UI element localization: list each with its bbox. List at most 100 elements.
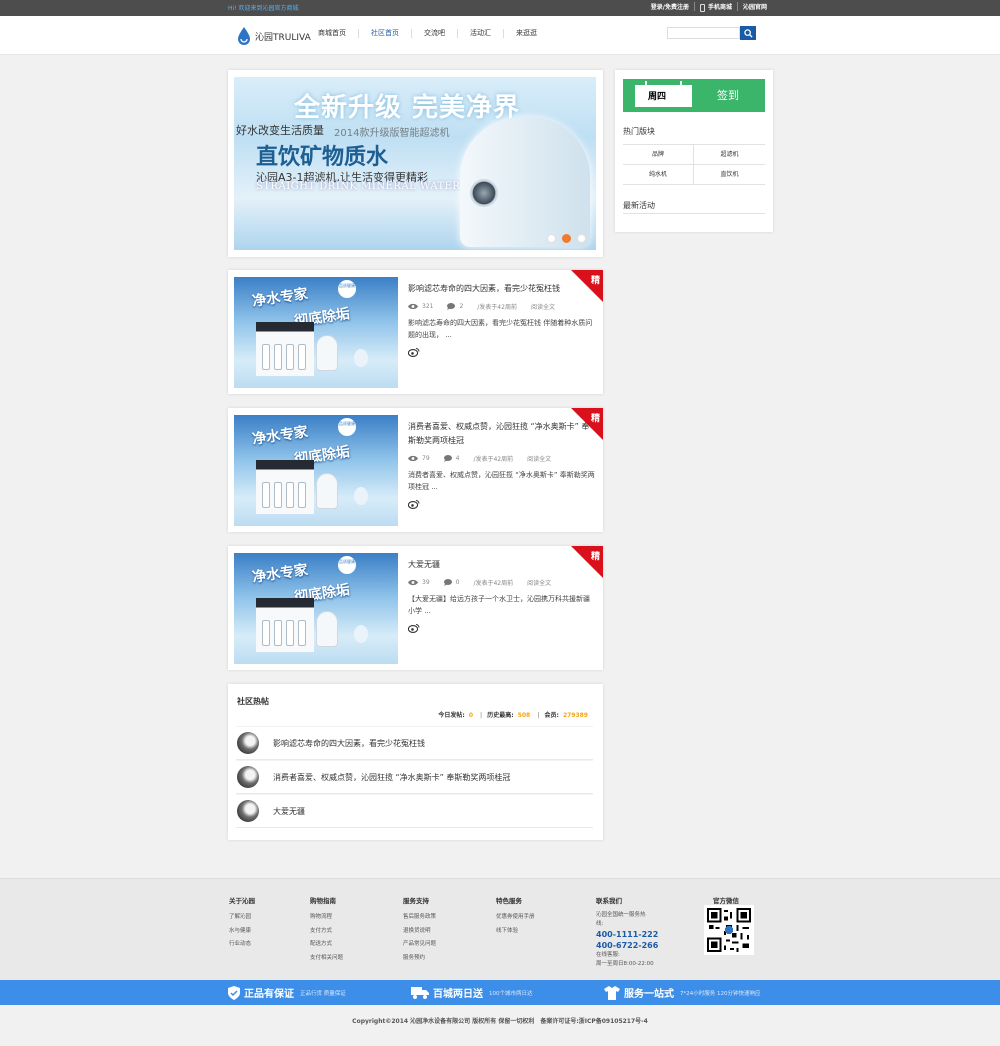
hot-post-title[interactable]: 消费者喜爱、权威点赞，沁园狂揽 “净水奥斯卡” 奉斯勒奖两项桂冠 <box>273 772 510 783</box>
hot-post-title[interactable]: 影响滤芯寿命的四大因素，看完少花冤枉钱 <box>273 738 425 749</box>
carousel-dot[interactable] <box>577 234 586 243</box>
hot-boards-title: 热门版块 <box>623 127 655 136</box>
post-card[interactable]: 净水专家 彻底除垢 品质健康精大爱无疆 39 0/发表于42周前 阅读全文 【大爱无疆】给远… <box>228 546 603 670</box>
footer-col-title: 特色服务 <box>496 897 522 905</box>
post-card[interactable]: 净水专家 彻底除垢 品质健康精消费者喜爱、权威点赞，沁园狂揽 “净水奥斯卡” 奉斯勒… <box>228 408 603 532</box>
carousel-dot-active[interactable] <box>562 234 571 243</box>
nav-browse[interactable]: 来逛逛 <box>504 29 549 38</box>
avatar[interactable] <box>237 800 259 822</box>
nav-mall-home[interactable]: 商城首页 <box>306 29 359 38</box>
footer-link[interactable]: 产品常见问题 <box>403 938 436 952</box>
read-more-link[interactable]: 阅读全文 <box>531 302 555 311</box>
thumbnail-badge: 品质健康 <box>338 280 356 298</box>
post-meta: 79 4/发表于42周前 阅读全文 <box>408 454 596 463</box>
logo[interactable]: 沁园TRULIVA <box>236 26 311 46</box>
search-input[interactable] <box>667 27 740 39</box>
thumbnail-text: 净水专家 <box>251 286 309 310</box>
shield-icon <box>228 985 240 1000</box>
weibo-icon <box>407 348 420 357</box>
purifier-unit-illustration <box>256 322 314 376</box>
post-thumbnail[interactable]: 净水专家 彻底除垢 品质健康 <box>234 415 398 526</box>
avatar[interactable] <box>237 732 259 754</box>
footer-link[interactable]: 服务预约 <box>403 952 436 966</box>
board-link-direct-drink[interactable]: 直饮机 <box>694 165 765 185</box>
weibo-share[interactable] <box>407 347 596 359</box>
logo-text: 沁园TRULIVA <box>255 32 311 43</box>
post-card[interactable]: 净水专家 彻底除垢 品质健康精影响滤芯寿命的四大因素，看完少花冤枉钱 321 2/发表于… <box>228 270 603 394</box>
comment-count: 2 <box>459 303 464 310</box>
banner-carousel[interactable]: 全新升级 完美净界 好水改变生活质量 2014款升级版智能超滤机 直饮矿物质水 … <box>228 70 603 257</box>
avatar[interactable] <box>237 766 259 788</box>
read-more-link[interactable]: 阅读全文 <box>527 454 551 463</box>
list-item[interactable]: 大爱无疆 <box>236 794 593 828</box>
truck-icon <box>411 987 429 999</box>
carousel-dot[interactable] <box>547 234 556 243</box>
footer-link[interactable]: 支付相关问题 <box>310 952 343 966</box>
footer-link[interactable]: 支付方式 <box>310 925 343 939</box>
service-guarantee-bar: 正品有保证 正品行货 质量保证 百城两日送 100个城市两日达 服务一站式 7*24小… <box>0 980 1000 1005</box>
nav-community-home[interactable]: 社区首页 <box>359 29 412 38</box>
read-more-link[interactable]: 阅读全文 <box>527 578 551 587</box>
footer-col-title: 服务支持 <box>403 897 429 905</box>
weibo-share[interactable] <box>407 499 596 511</box>
list-item[interactable]: 影响滤芯寿命的四大因素，看完少花冤枉钱 <box>236 726 593 760</box>
guarantee-desc: 7*24小时服务 120分钟快速响应 <box>680 990 761 997</box>
comment-icon <box>443 579 452 586</box>
post-title[interactable]: 影响滤芯寿命的四大因素，看完少花冤枉钱 <box>408 282 596 296</box>
purifier-unit-illustration <box>256 460 314 514</box>
search-box <box>667 26 756 40</box>
sign-in-button[interactable]: 签到 <box>717 87 739 103</box>
login-register-link[interactable]: 登录/免费注册 <box>646 2 694 11</box>
post-excerpt: 【大爱无疆】给远方孩子一个水卫士，沁园携万科共援新疆小学 ... <box>408 595 590 615</box>
community-stats: 今日发帖: 0 | 历史最高: 508 | 会员: 279389 <box>438 712 588 719</box>
footer-col-features: 特色服务 优惠券使用手册 线下体验 <box>496 895 535 938</box>
history-count: 508 <box>517 712 531 719</box>
footer-link[interactable]: 优惠券使用手册 <box>496 911 535 925</box>
post-title[interactable]: 大爱无疆 <box>408 558 596 572</box>
official-site-link[interactable]: 沁园官网 <box>738 2 772 11</box>
search-button[interactable] <box>740 26 756 40</box>
today-label: 今日发帖: <box>438 712 465 719</box>
footer-col-title: 联系我们 <box>596 897 622 905</box>
view-count: 79 <box>422 455 430 462</box>
top-bar: Hi! 欢迎来到沁园官方商城 登录/免费注册 手机商城 沁园官网 <box>0 0 1000 16</box>
footer-link[interactable]: 了解沁园 <box>229 911 255 925</box>
publish-time: /发表于42周前 <box>473 580 514 587</box>
banner-image[interactable]: 全新升级 完美净界 好水改变生活质量 2014款升级版智能超滤机 直饮矿物质水 … <box>234 77 596 250</box>
footer-col-title: 关于沁园 <box>229 897 255 905</box>
list-item[interactable]: 消费者喜爱、权威点赞，沁园狂揽 “净水奥斯卡” 奉斯勒奖两项桂冠 <box>236 760 593 794</box>
sign-in-widget[interactable]: 周四 签到 <box>623 79 765 112</box>
nav-forum[interactable]: 交流吧 <box>412 29 458 38</box>
footer-link[interactable]: 配送方式 <box>310 938 343 952</box>
phone-icon <box>699 3 705 12</box>
hot-boards-grid: 品牌 超滤机 纯水机 直饮机 <box>623 144 765 185</box>
footer-link[interactable]: 退换货说明 <box>403 925 436 939</box>
thumbnail-text: 净水专家 <box>251 424 309 448</box>
banner-line2: 2014款升级版智能超滤机 <box>334 128 450 139</box>
footer-contact: 联系我们 沁园全国统一服务热 线: 400-1111-222 400-6722-… <box>596 895 658 969</box>
faucet-illustration <box>354 625 368 643</box>
hot-post-title[interactable]: 大爱无疆 <box>273 806 305 817</box>
mobile-mall-link[interactable]: 手机商城 <box>695 2 737 12</box>
footer-link[interactable]: 水与健康 <box>229 925 255 939</box>
copyright: Copyright©2014 沁园净水设备有限公司 版权所有 保留一切权利 备案… <box>352 1018 648 1025</box>
board-link-brand[interactable]: 品牌 <box>623 145 694 165</box>
post-thumbnail[interactable]: 净水专家 彻底除垢 品质健康 <box>234 553 398 664</box>
footer-link[interactable]: 线下体验 <box>496 925 535 939</box>
footer-link[interactable]: 购物流程 <box>310 911 343 925</box>
nav-events[interactable]: 活动汇 <box>458 29 504 38</box>
footer-col-guide: 购物指南 购物流程 支付方式 配送方式 支付相关问题 <box>310 895 343 965</box>
top-links: 登录/免费注册 手机商城 沁园官网 <box>646 2 772 12</box>
publish-time: /发表于42周前 <box>473 456 514 463</box>
post-thumbnail[interactable]: 净水专家 彻底除垢 品质健康 <box>234 277 398 388</box>
footer-link[interactable]: 行业动态 <box>229 938 255 952</box>
footer-link[interactable]: 售后服务政策 <box>403 911 436 925</box>
post-body: 影响滤芯寿命的四大因素，看完少花冤枉钱 321 2/发表于42周前 阅读全文 影响滤芯寿… <box>407 282 596 359</box>
post-body: 大爱无疆 39 0/发表于42周前 阅读全文 【大爱无疆】给远方孩子一个水卫士，沁园携万… <box>407 558 596 635</box>
board-link-ultrafilter[interactable]: 超滤机 <box>694 145 765 165</box>
post-title[interactable]: 消费者喜爱、权威点赞，沁园狂揽 “净水奥斯卡” 奉斯勒奖两项桂冠 <box>408 420 596 448</box>
weibo-share[interactable] <box>407 623 596 635</box>
site-header: 沁园TRULIVA 商城首页 社区首页 交流吧 活动汇 来逛逛 <box>0 16 1000 55</box>
shirt-icon <box>604 985 620 1000</box>
board-link-pure-water[interactable]: 纯水机 <box>623 165 694 185</box>
